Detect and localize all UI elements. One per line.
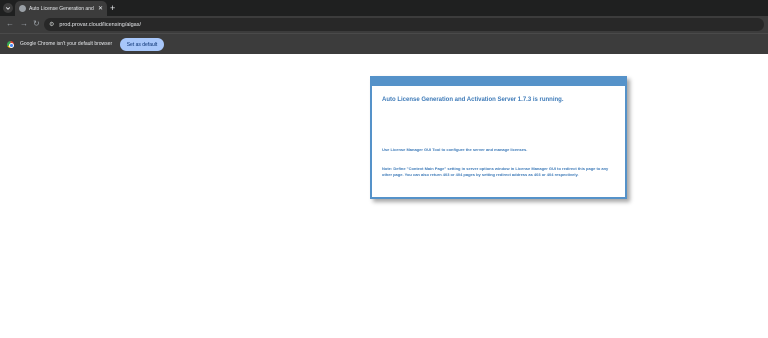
set-as-default-button[interactable]: Set as default (120, 38, 164, 51)
server-status-title: Auto License Generation and Activation S… (382, 97, 564, 103)
address-bar[interactable]: ⚙ prod.provar.cloud/licensing/algas/ (44, 18, 764, 31)
infobar-message: Google Chrome isn't your default browser (20, 41, 113, 47)
server-status-panel: Auto License Generation and Activation S… (370, 76, 627, 199)
site-info-icon[interactable]: ⚙ (49, 21, 54, 28)
page-content: Auto License Generation and Activation S… (0, 54, 768, 338)
new-tab-button[interactable]: + (110, 3, 115, 13)
tab-strip: Auto License Generation and A ✕ + (0, 0, 768, 16)
forward-arrow-icon[interactable]: → (20, 19, 28, 29)
browser-toolbar: ← → ↻ ⚙ prod.provar.cloud/licensing/alga… (0, 16, 768, 33)
close-icon[interactable]: ✕ (98, 6, 103, 12)
panel-header-bar (372, 78, 625, 86)
default-browser-infobar: Google Chrome isn't your default browser… (0, 33, 768, 54)
globe-icon (19, 5, 26, 12)
active-tab[interactable]: Auto License Generation and A ✕ (15, 1, 107, 16)
tab-title: Auto License Generation and A (29, 5, 95, 12)
back-arrow-icon[interactable]: ← (6, 19, 14, 29)
chrome-logo-icon (7, 41, 14, 48)
license-manager-message: Use License Manager GUI Tool to configur… (382, 147, 528, 152)
reload-icon[interactable]: ↻ (33, 19, 40, 29)
url-text: prod.provar.cloud/licensing/algas/ (59, 21, 142, 28)
tab-search-icon[interactable] (3, 3, 13, 13)
context-main-page-note: Note: Define "Context Main Page" setting… (382, 166, 609, 177)
